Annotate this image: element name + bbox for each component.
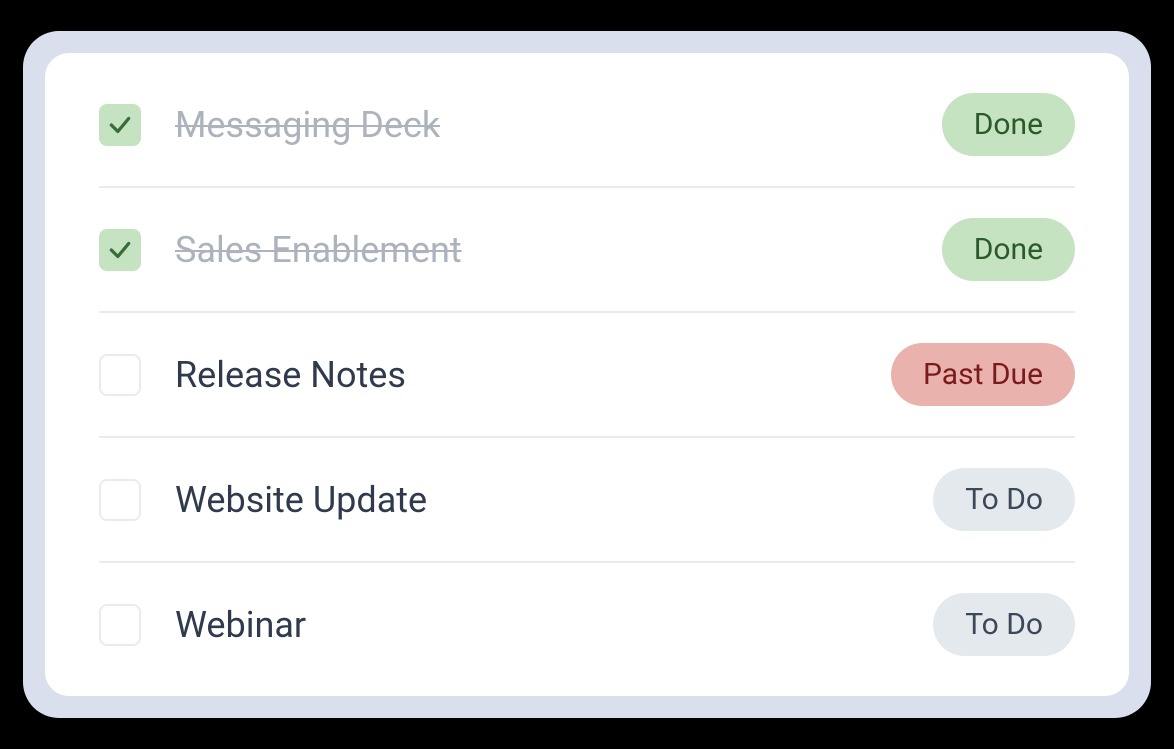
check-icon	[107, 237, 133, 263]
task-checkbox[interactable]	[99, 604, 141, 646]
status-badge: To Do	[933, 468, 1075, 531]
task-row: Release Notes Past Due	[99, 313, 1075, 438]
task-checkbox[interactable]	[99, 229, 141, 271]
status-badge: Done	[942, 93, 1075, 156]
task-checkbox[interactable]	[99, 354, 141, 396]
status-badge: To Do	[933, 593, 1075, 656]
task-title[interactable]: Website Update	[175, 479, 933, 521]
check-icon	[107, 112, 133, 138]
task-row: Webinar To Do	[99, 563, 1075, 666]
status-badge: Done	[942, 218, 1075, 281]
task-title[interactable]: Sales Enablement	[175, 229, 942, 271]
status-badge: Past Due	[891, 343, 1075, 406]
task-list-card: Messaging Deck Done Sales Enablement Don…	[45, 53, 1129, 696]
card-outer: Messaging Deck Done Sales Enablement Don…	[23, 31, 1151, 718]
task-title[interactable]: Webinar	[175, 604, 933, 646]
task-checkbox[interactable]	[99, 104, 141, 146]
task-checkbox[interactable]	[99, 479, 141, 521]
task-row: Sales Enablement Done	[99, 188, 1075, 313]
task-row: Messaging Deck Done	[99, 83, 1075, 188]
task-title[interactable]: Messaging Deck	[175, 104, 942, 146]
task-row: Website Update To Do	[99, 438, 1075, 563]
task-title[interactable]: Release Notes	[175, 354, 891, 396]
